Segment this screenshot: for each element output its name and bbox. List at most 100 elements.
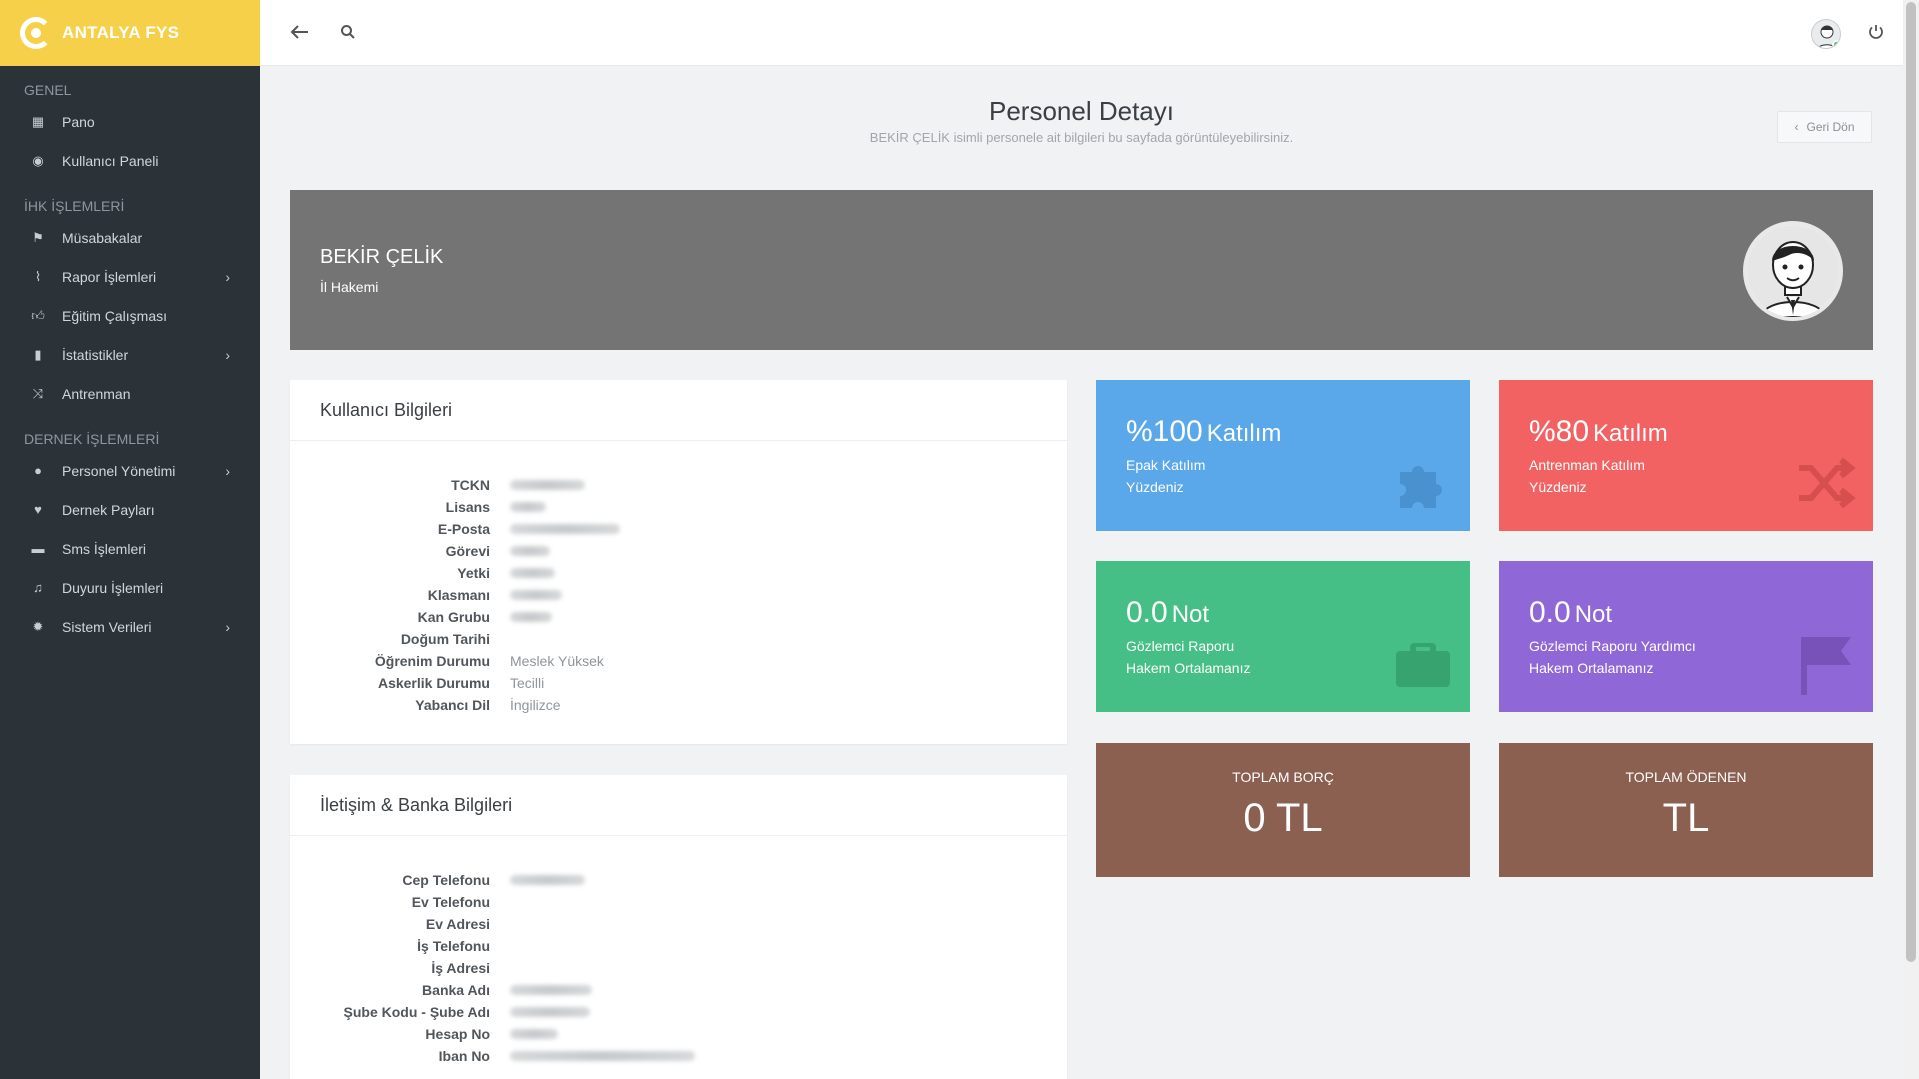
heart-icon: ♥ (34, 502, 42, 517)
redacted-value (510, 875, 585, 885)
detail-label: Ev Telefonu (411, 894, 490, 910)
bell-icon: ♫ (33, 580, 43, 595)
total-debt-amount: 0 TL (1243, 796, 1323, 840)
detail-label: Banka Adı (422, 982, 490, 998)
user-icon: ● (34, 463, 42, 478)
sidebar-item[interactable]: 👍︎ Eğitim Çalışması (0, 296, 260, 335)
sidebar-item[interactable]: ▮ İstatistikler › (0, 335, 260, 374)
sidebar-item[interactable]: ⤨ Antrenman (0, 374, 260, 413)
detail-row: Kan Grubu (290, 606, 1067, 628)
brand-header[interactable]: ANTALYA FYS (0, 0, 260, 66)
total-debt-label: TOPLAM BORÇ (1232, 769, 1334, 785)
sidebar-item[interactable]: ⚑ Müsabakalar (0, 218, 260, 257)
detail-row: Yabancı Dil İngilizce (290, 694, 1067, 716)
brand-logo-icon (20, 17, 52, 49)
detail-row: Yetki (290, 562, 1067, 584)
contact-bank-title: İletişim & Banka Bilgileri (290, 775, 1067, 836)
sidebar-item[interactable]: ♥ Dernek Payları (0, 490, 260, 529)
tile-label-line1: Gözlemci Raporu Yardımcı (1529, 638, 1696, 654)
sidebar-item[interactable]: ◉ Kullanıcı Paneli (0, 141, 260, 180)
tile-label-line2: Yüzdeniz (1126, 479, 1184, 495)
flag-icon: ⚑ (32, 229, 44, 245)
detail-label: Görevi (445, 543, 490, 559)
tile-value: 0.0 Not (1529, 596, 1613, 629)
redacted-value (510, 612, 552, 622)
power-icon[interactable] (1867, 23, 1885, 41)
total-debt-tile: TOPLAM BORÇ 0 TL (1096, 743, 1470, 877)
detail-label: Öğrenim Durumu (374, 653, 490, 669)
search-icon[interactable] (340, 24, 356, 40)
profile-name: BEKİR ÇELİK (320, 246, 444, 268)
detail-label: Cep Telefonu (402, 872, 490, 888)
sidebar-item[interactable]: ♫ Duyuru İşlemleri (0, 568, 260, 607)
redacted-value (510, 568, 555, 578)
profile-banner: BEKİR ÇELİK İl Hakemi (290, 190, 1873, 350)
detail-value: Meslek Yüksek (510, 653, 604, 669)
detail-row: TCKN (290, 474, 1067, 496)
tile-value: %100 Katılım (1126, 415, 1282, 448)
sidebar-item-label: Antrenman (62, 385, 131, 402)
total-paid-tile: TOPLAM ÖDENEN TL (1499, 743, 1873, 877)
chevron-right-icon: › (225, 619, 230, 635)
sidebar-item-label: İstatistikler (62, 346, 129, 363)
detail-row: Görevi (290, 540, 1067, 562)
sidebar-item[interactable]: ● Personel Yönetimi › (0, 451, 260, 490)
user-info-card: Kullanıcı Bilgileri TCKN Lisans E-Posta Gör… (290, 380, 1067, 744)
back-arrow-icon[interactable] (288, 20, 312, 44)
sidebar-item-label: Duyuru İşlemleri (62, 579, 164, 596)
online-status-dot (1832, 40, 1840, 48)
brand-name: ANTALYA FYS (62, 23, 180, 42)
sidebar-section-title: DERNEK İŞLEMLERİ (24, 431, 160, 447)
detail-value: İngilizce (510, 697, 561, 713)
sidebar-section-title: GENEL (24, 82, 72, 98)
detail-row: E-Posta (290, 518, 1067, 540)
detail-row: Banka Adı (290, 979, 1067, 1001)
detail-label: Şube Kodu - Şube Adı (343, 1004, 490, 1020)
thumbs-up-icon: 👍︎ (31, 307, 45, 323)
sidebar: ANTALYA FYS GENEL ▦ Pano ◉ Kullanıcı Paneli İ… (0, 0, 260, 1079)
detail-row: Ev Telefonu (290, 891, 1067, 913)
topbar (260, 0, 1903, 66)
sidebar-item[interactable]: ✹ Sistem Verileri › (0, 607, 260, 646)
contact-bank-rows: Cep Telefonu Ev Telefonu Ev Adresi İş Telef… (290, 836, 1067, 1067)
sidebar-item[interactable]: ▬ Sms İşlemleri (0, 529, 260, 568)
detail-label: İş Telefonu (417, 938, 490, 954)
person-avatar-icon (1747, 225, 1839, 317)
page-title: Personel Detayı (989, 96, 1174, 126)
detail-row: Şube Kodu - Şube Adı (290, 1001, 1067, 1023)
tile-value: 0.0 Not (1126, 596, 1210, 629)
sidebar-nav: GENEL ▦ Pano ◉ Kullanıcı Paneli İHK İŞLEMLERİ… (0, 78, 260, 646)
redacted-value (510, 480, 585, 490)
detail-label: Hesap No (425, 1026, 490, 1042)
detail-label: E-Posta (437, 521, 490, 537)
tile-label-line1: Gözlemci Raporu (1126, 638, 1235, 654)
redacted-value (510, 1007, 590, 1017)
sidebar-item-label: Eğitim Çalışması (62, 307, 168, 324)
detail-label: Ev Adresi (425, 916, 490, 932)
shuffle-icon: ⤨ (32, 385, 44, 401)
detail-value: Tecilli (510, 675, 545, 691)
user-avatar[interactable] (1811, 19, 1841, 49)
redacted-value (510, 1051, 695, 1061)
scrollbar-thumb[interactable] (1906, 2, 1916, 962)
message-icon: ▬ (31, 541, 45, 556)
training-participation-tile: %80 Katılım Antrenman Katılım Yüzdeniz (1499, 380, 1873, 531)
detail-row: Askerlik Durumu Tecilli (290, 672, 1067, 694)
detail-row: İş Telefonu (290, 935, 1067, 957)
tile-label-line1: Antrenman Katılım (1529, 457, 1645, 473)
user-circle-icon: ◉ (32, 152, 44, 168)
redacted-value (510, 502, 546, 512)
detail-row: Ev Adresi (290, 913, 1067, 935)
page-scrollbar[interactable] (1903, 0, 1919, 1079)
sidebar-item-label: Rapor İşlemleri (62, 268, 157, 285)
chevron-right-icon: › (225, 269, 230, 285)
sidebar-item-label: Sms İşlemleri (62, 540, 147, 557)
detail-row: İş Adresi (290, 957, 1067, 979)
briefcase-icon (1396, 643, 1450, 687)
back-button[interactable]: ‹ Geri Dön (1777, 111, 1872, 143)
sidebar-item[interactable]: ⌇ Rapor İşlemleri › (0, 257, 260, 296)
sidebar-item[interactable]: ▦ Pano (0, 102, 260, 141)
tile-value: %80 Katılım (1529, 415, 1668, 448)
detail-label: Yetki (457, 565, 490, 581)
detail-label: Askerlik Durumu (377, 675, 490, 691)
